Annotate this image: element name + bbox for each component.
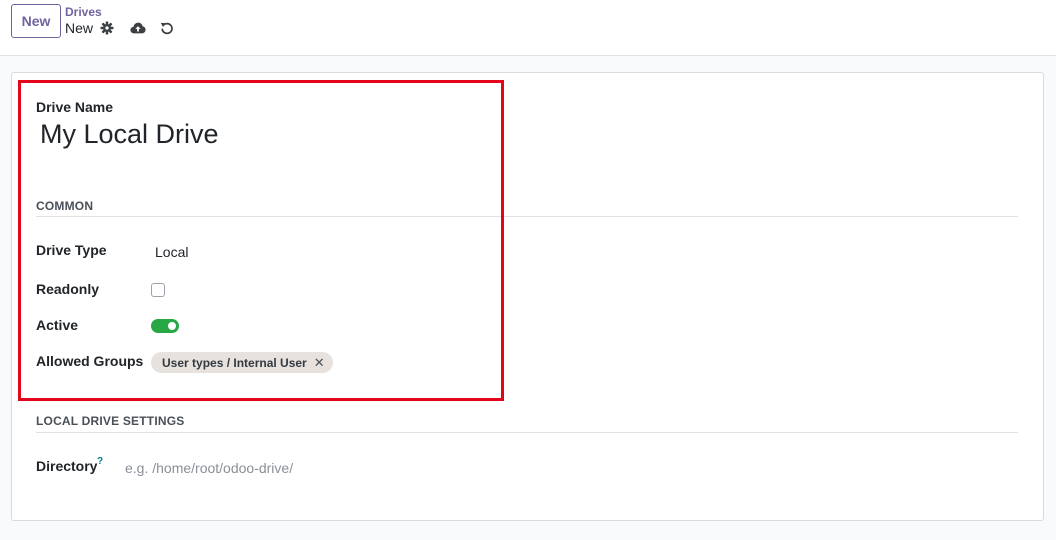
section-local-drive-settings-title: LOCAL DRIVE SETTINGS: [36, 414, 185, 428]
undo-icon[interactable]: [159, 20, 175, 36]
breadcrumb-parent-drives[interactable]: Drives: [65, 5, 102, 19]
directory-help-icon[interactable]: ?: [97, 456, 103, 467]
section-divider: [36, 216, 1018, 217]
readonly-label: Readonly: [36, 281, 100, 297]
breadcrumb-current: New: [65, 20, 94, 36]
remove-tag-icon[interactable]: ✕: [314, 356, 325, 369]
directory-label: Directory: [36, 458, 98, 474]
active-toggle[interactable]: [151, 319, 179, 333]
gear-icon[interactable]: [99, 20, 115, 36]
allowed-group-tag: User types / Internal User ✕: [151, 352, 333, 373]
active-label: Active: [36, 317, 79, 333]
control-panel: New Drives New: [0, 0, 1056, 56]
new-button[interactable]: New: [11, 4, 61, 38]
section-divider: [36, 432, 1018, 433]
drive-name-label: Drive Name: [36, 99, 114, 115]
drive-name-field[interactable]: My Local Drive: [40, 119, 219, 150]
allowed-groups-label: Allowed Groups: [36, 353, 144, 369]
drive-type-value[interactable]: Local: [155, 244, 188, 260]
directory-input[interactable]: [125, 458, 505, 478]
allowed-group-tag-label: User types / Internal User: [162, 355, 307, 370]
drive-type-label: Drive Type: [36, 242, 107, 258]
section-common-title: COMMON: [36, 199, 94, 213]
toggle-knob: [168, 322, 176, 330]
readonly-checkbox[interactable]: [151, 283, 165, 297]
cloud-upload-icon[interactable]: [130, 20, 146, 36]
